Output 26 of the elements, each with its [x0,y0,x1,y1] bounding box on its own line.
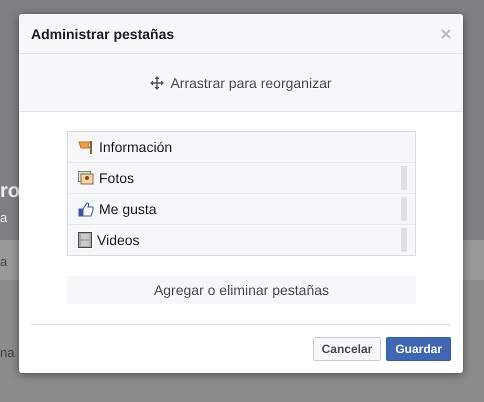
tab-label: Videos [97,232,141,248]
tab-label: Me gusta [99,201,158,217]
drag-hint: Arrastrar para reorganizar [170,74,332,90]
tab-row[interactable]: Videos [68,224,415,255]
cancel-button[interactable]: Cancelar [312,337,382,361]
film-icon [78,232,92,248]
background-text: na [0,345,14,360]
tab-row[interactable]: Fotos [68,162,415,193]
background-text: ro [0,180,20,203]
move-icon [150,76,164,90]
background-text: a [0,210,8,225]
dialog-title: Administrar pestañas [31,26,174,42]
tab-row[interactable]: Me gusta [68,193,415,224]
tab-label: Información [99,139,174,155]
add-remove-tabs-button[interactable]: Agregar o eliminar pestañas [67,276,416,304]
thumbs-up-icon [78,202,94,216]
photo-icon [78,171,94,185]
drag-handle-icon[interactable] [401,166,407,190]
tab-row[interactable]: Información [68,132,415,162]
close-icon[interactable] [441,28,451,38]
background-text: a [0,254,8,269]
save-button[interactable]: Guardar [386,337,451,361]
flag-icon [78,140,94,154]
drag-handle-icon[interactable] [401,228,407,252]
tab-label: Fotos [99,170,136,186]
drag-handle-icon[interactable] [401,197,407,221]
